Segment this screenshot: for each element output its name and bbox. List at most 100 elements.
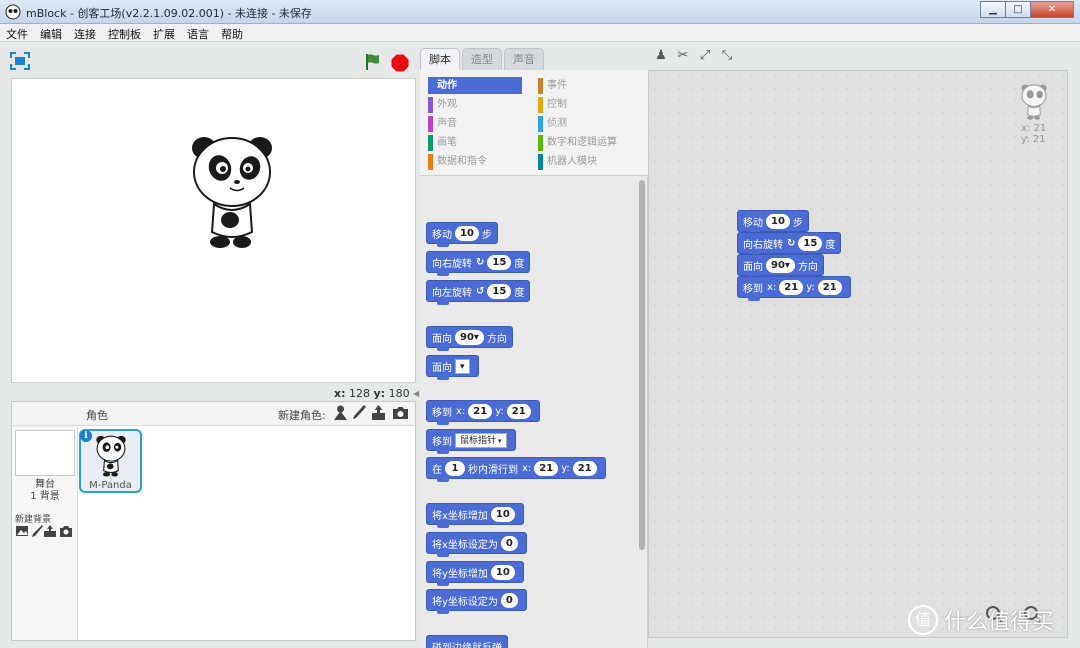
camera-sprite-icon[interactable]	[392, 404, 409, 421]
window-title: mBlock - 创客工场(v2.2.1.09.02.001) - 未连接 - …	[26, 7, 312, 20]
block-point-direction[interactable]: 面向 90▾ 方向	[426, 326, 513, 351]
block-text: 移到	[743, 283, 763, 295]
window-title-bar: mBlock - 创客工场(v2.2.1.09.02.001) - 未连接 - …	[0, 0, 1080, 24]
block-input[interactable]: 21	[468, 403, 493, 419]
category-motion[interactable]: 动作	[428, 77, 522, 94]
paint-sprite-icon[interactable]	[350, 404, 367, 421]
green-flag-icon[interactable]	[364, 53, 382, 71]
maximize-button[interactable]: □	[1005, 1, 1031, 18]
category-sound[interactable]: 声音	[428, 115, 522, 132]
block-input[interactable]: 21	[534, 460, 559, 476]
block-text: 秒内滑行到	[468, 464, 518, 476]
block-input[interactable]: 90▾	[455, 329, 484, 345]
camera-backdrop-icon[interactable]	[59, 524, 73, 538]
block-input[interactable]: 0	[500, 592, 518, 608]
block-set-x[interactable]: 将x坐标设定为 0	[426, 532, 527, 557]
menu-connect[interactable]: 连接	[68, 24, 102, 41]
grow-icon[interactable]: ⤢	[694, 48, 716, 64]
duplicate-stamp-icon[interactable]: ♟	[650, 48, 672, 64]
block-bounce[interactable]: 碰到边缘就反弹	[426, 635, 508, 648]
shrink-icon[interactable]: ⤡	[716, 48, 738, 64]
sprite-library-icon[interactable]	[332, 404, 349, 421]
category-data[interactable]: 数据和指令	[428, 153, 522, 170]
block-point-towards[interactable]: 面向 ▾	[426, 355, 479, 380]
block-text: y:	[561, 462, 570, 474]
close-button[interactable]: ✕	[1030, 1, 1074, 18]
block-text: 面向	[432, 362, 452, 374]
current-sprite-icon	[1021, 84, 1047, 120]
turn-right-icon: ↻	[787, 237, 796, 249]
upload-sprite-icon[interactable]	[370, 404, 387, 421]
block-set-y[interactable]: 将y坐标设定为 0	[426, 589, 527, 614]
block-input[interactable]: 10	[455, 225, 479, 241]
paint-backdrop-icon[interactable]	[30, 524, 44, 538]
block-input[interactable]: 1	[445, 460, 465, 476]
block-text: 移动	[743, 217, 763, 229]
block-input[interactable]: 21	[779, 279, 804, 295]
block-input[interactable]: 15	[487, 283, 512, 299]
panda-sprite-image[interactable]	[190, 132, 274, 252]
category-pen[interactable]: 画笔	[428, 134, 522, 151]
block-input[interactable]: 15	[487, 254, 512, 270]
category-looks[interactable]: 外观	[428, 96, 522, 113]
category-sensing[interactable]: 侦测	[538, 115, 642, 132]
tab-sounds[interactable]: 声音	[504, 48, 544, 70]
stop-icon[interactable]	[391, 54, 409, 72]
sprite-panel-header: 角色 新建角色:	[12, 402, 415, 426]
block-turn-right[interactable]: 向右旋转 ↻ 15 度	[426, 251, 531, 276]
script-block-turn-right[interactable]: 向右旋转 ↻ 15 度	[737, 232, 842, 257]
block-change-y[interactable]: 将y坐标增加 10	[426, 561, 524, 586]
menu-file[interactable]: 文件	[0, 24, 34, 41]
block-text: 将y坐标增加	[432, 568, 488, 580]
fullscreen-icon[interactable]	[10, 52, 30, 70]
tab-scripts[interactable]: 脚本	[420, 48, 460, 70]
block-text: 向左旋转	[432, 287, 472, 299]
category-control[interactable]: 控制	[538, 96, 642, 113]
stage-canvas[interactable]	[11, 78, 416, 383]
category-events[interactable]: 事件	[538, 77, 642, 94]
cut-scissors-icon[interactable]: ✂	[672, 48, 694, 64]
block-input[interactable]: 21	[572, 460, 597, 476]
tab-costumes[interactable]: 造型	[462, 48, 502, 70]
stage-label-title: 舞台	[35, 479, 55, 490]
sprite-x-readout: x: 21	[1021, 123, 1047, 134]
script-block-goto-xy[interactable]: 移到 x: 21 y: 21	[737, 276, 851, 301]
menu-board[interactable]: 控制板	[102, 24, 147, 41]
stage-label: 舞台 1 背景	[12, 479, 78, 503]
block-turn-left[interactable]: 向左旋转 ↺ 15 度	[426, 280, 531, 305]
block-input[interactable]: 10	[766, 213, 790, 229]
script-block-move[interactable]: 移动 10 步	[737, 210, 809, 235]
block-move-steps[interactable]: 移动 10 步	[426, 222, 498, 247]
minimize-button[interactable]: ▁	[980, 1, 1006, 18]
block-input[interactable]: 0	[500, 535, 518, 551]
block-dropdown[interactable]: 鼠标指针 ▾	[455, 432, 507, 448]
block-input[interactable]: 10	[490, 506, 515, 522]
block-input[interactable]: 10	[490, 564, 515, 580]
block-input[interactable]: 90▾	[766, 257, 795, 273]
sprite-card[interactable]: i M-Panda	[79, 429, 142, 493]
sprite-info-icon[interactable]: i	[80, 430, 92, 442]
block-goto-target[interactable]: 移到 鼠标指针 ▾	[426, 429, 516, 454]
menu-extensions[interactable]: 扩展	[147, 24, 181, 41]
block-dropdown[interactable]: ▾	[455, 358, 470, 374]
backdrop-library-icon[interactable]	[15, 524, 29, 538]
category-operators[interactable]: 数字和逻辑运算	[538, 134, 642, 151]
block-input[interactable]: 21	[817, 279, 842, 295]
palette-scrollbar[interactable]	[639, 180, 645, 550]
block-palette: 动作 外观 声音 画笔 数据和指令 事件 控制 侦测 数字和逻辑运算 机器人模块…	[420, 70, 648, 648]
script-block-point-direction[interactable]: 面向 90▾ 方向	[737, 254, 824, 279]
scripts-area[interactable]: x: 21 y: 21 移动 10 步 向右旋转 ↻ 15 度 面向 90▾ 方…	[648, 70, 1068, 638]
stage-thumbnail[interactable]	[15, 430, 75, 476]
block-text: 度	[514, 258, 525, 270]
block-goto-xy[interactable]: 移到 x: 21 y: 21	[426, 400, 540, 425]
editor-tabs: 脚本 造型 声音	[420, 48, 546, 70]
block-glide[interactable]: 在 1 秒内滑行到 x: 21 y: 21	[426, 457, 606, 482]
category-robots[interactable]: 机器人模块	[538, 153, 642, 170]
menu-help[interactable]: 帮助	[215, 24, 249, 41]
block-input[interactable]: 21	[506, 403, 531, 419]
menu-language[interactable]: 语言	[181, 24, 215, 41]
block-input[interactable]: 15	[798, 235, 823, 251]
block-change-x[interactable]: 将x坐标增加 10	[426, 503, 524, 528]
upload-backdrop-icon[interactable]	[43, 524, 57, 538]
menu-edit[interactable]: 编辑	[34, 24, 68, 41]
